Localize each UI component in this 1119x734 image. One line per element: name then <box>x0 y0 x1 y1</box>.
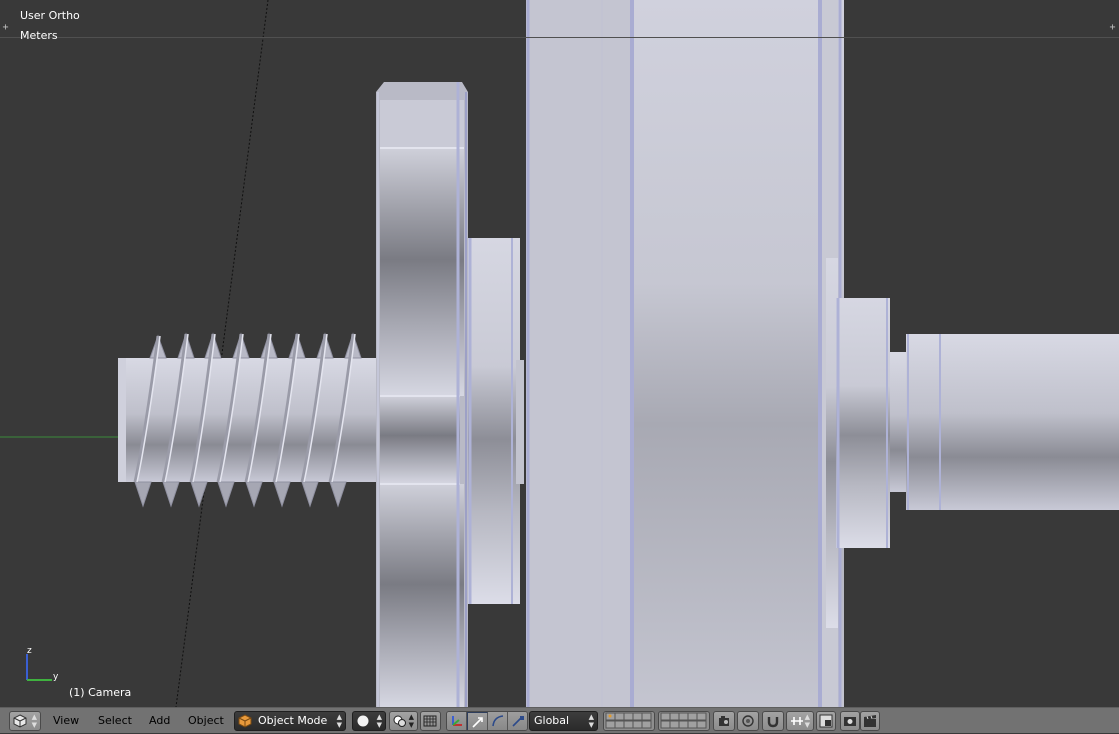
object-info: (1) Camera <box>69 686 132 699</box>
lock-camera-button[interactable] <box>713 711 735 731</box>
layers-grid-icon <box>423 715 437 727</box>
orientation-label: Global <box>534 714 570 727</box>
transform-orientation-selector[interactable]: Global ▲ ▼ <box>529 711 598 731</box>
chevron-updown-icon: ▲ ▼ <box>588 713 594 729</box>
chevron-updown-icon: ▲ ▼ <box>336 713 342 729</box>
proportional-edit-button[interactable] <box>737 711 759 731</box>
viewport-shading-button[interactable]: ▲ ▼ <box>352 711 386 731</box>
snap-target-button[interactable] <box>816 711 836 731</box>
layers-grid-icon <box>605 712 652 729</box>
3d-viewport[interactable]: z y + + User Ortho Meters (1) Camera <box>0 0 1119 707</box>
scale-manipulator[interactable] <box>508 712 527 730</box>
render-animation-button[interactable] <box>860 711 880 731</box>
scene-layers-1[interactable] <box>603 711 655 731</box>
translate-manipulator[interactable] <box>467 712 488 730</box>
pivot-point-button[interactable]: ▲ ▼ <box>389 711 418 731</box>
right-shaft[interactable] <box>890 334 1119 510</box>
cube-icon <box>13 714 27 728</box>
viewport-scene[interactable]: z y <box>0 0 1119 707</box>
manipulator-toggle[interactable] <box>447 712 467 730</box>
region-divider <box>0 37 1119 38</box>
rotate-arc-icon <box>492 715 504 727</box>
render-button[interactable] <box>840 711 860 731</box>
nut-plate[interactable] <box>376 82 468 707</box>
units-label: Meters <box>20 29 58 42</box>
chevron-updown-icon: ▲ ▼ <box>376 713 382 729</box>
editor-type-button[interactable]: ▲ ▼ <box>9 711 41 731</box>
add-menu[interactable]: Add <box>149 712 170 730</box>
pivot-point-icon <box>393 715 406 727</box>
snap-element-button[interactable]: ▲ ▼ <box>786 711 814 731</box>
chevron-updown-icon: ▲ ▼ <box>31 713 37 729</box>
proportional-edit-icon <box>742 715 754 727</box>
lock-camera-icon <box>719 716 729 726</box>
axis-z-label: z <box>27 646 32 656</box>
object-mode-cube-icon <box>238 714 252 728</box>
main-wheel[interactable] <box>526 0 844 707</box>
scale-icon <box>512 716 524 727</box>
3d-view-header: ▲ ▼ View Select Add Object Object Mode ▲ ▼… <box>0 707 1119 733</box>
axis-y-label: y <box>53 672 59 682</box>
snap-target-icon <box>819 714 833 728</box>
region-expand-left-icon[interactable]: + <box>1 23 10 33</box>
layers-grid-icon <box>660 712 707 729</box>
render-camera-icon <box>844 717 856 726</box>
object-menu[interactable]: Object <box>188 712 224 730</box>
solid-sphere-icon <box>357 715 369 727</box>
bearing-collar[interactable] <box>826 258 890 628</box>
axis-gizmo <box>26 654 52 681</box>
snap-magnet-icon <box>767 717 779 728</box>
washer[interactable] <box>468 238 524 604</box>
mode-label: Object Mode <box>258 714 328 727</box>
mode-selector[interactable]: Object Mode ▲ ▼ <box>234 711 346 731</box>
chevron-updown-icon: ▲ ▼ <box>804 713 810 729</box>
region-expand-right-icon[interactable]: + <box>1108 23 1117 33</box>
manipulator-group <box>446 711 528 731</box>
manipulator-axes-icon <box>452 716 462 726</box>
snap-element-icon <box>791 717 803 725</box>
snap-toggle-button[interactable] <box>762 711 784 731</box>
translate-arrow-icon <box>472 717 483 728</box>
draw-layers-button[interactable] <box>420 711 441 731</box>
view-name: User Ortho <box>20 9 80 22</box>
render-clapper-icon <box>864 715 876 727</box>
scene-layers-2[interactable] <box>658 711 710 731</box>
rotate-manipulator[interactable] <box>488 712 508 730</box>
chevron-updown-icon: ▲ ▼ <box>408 713 414 729</box>
select-menu[interactable]: Select <box>98 712 132 730</box>
view-menu[interactable]: View <box>53 712 79 730</box>
